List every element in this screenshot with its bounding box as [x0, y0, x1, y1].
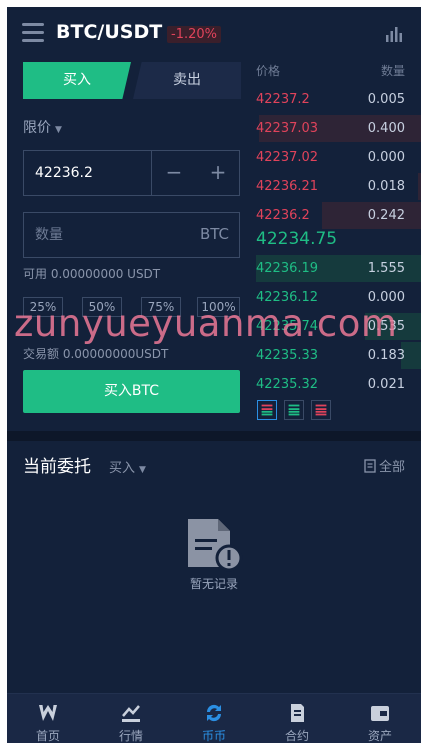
ask-price: 42237.03 [256, 121, 319, 136]
all-orders-link[interactable]: 全部 [364, 456, 405, 475]
no-records-icon [188, 519, 243, 572]
quantity-field: BTC [23, 212, 240, 258]
bottom-navigation: 首页 行情 币币 合约 资产 [7, 693, 421, 743]
nav-label: 资产 [367, 729, 392, 743]
order-type-label: 限价 [23, 120, 51, 136]
quantity-input[interactable] [24, 213, 184, 257]
minus-icon[interactable]: − [152, 151, 196, 195]
qty-column-header: 数量 [380, 64, 405, 78]
bid-price: 42235.33 [256, 348, 319, 363]
hamburger-icon[interactable] [22, 23, 44, 45]
ask-qty: 0.400 [367, 121, 405, 136]
order-side-filter-label: 买入 [109, 461, 136, 476]
ask-qty: 0.005 [367, 92, 405, 107]
ask-row[interactable]: 42237.2 0.005 [256, 85, 421, 114]
ask-price: 42236.2 [256, 208, 310, 223]
caret-down-icon: ▼ [139, 465, 146, 475]
tab-sell[interactable]: 卖出 [133, 62, 241, 99]
percent-button-50[interactable]: 50% [82, 297, 122, 317]
trade-screen: BTC/USDT -1.20% 买入 卖出 限价 ▼ − + BTC 可用 0.0… [7, 7, 421, 743]
ask-qty: 0.242 [367, 208, 405, 223]
market-icon [122, 705, 140, 722]
no-records-text: 暂无记录 [189, 577, 238, 591]
bid-qty: 0.183 [367, 348, 405, 363]
turnover-amount: 交易额 0.00000000USDT [23, 347, 169, 361]
last-price: 42234.75 [256, 229, 338, 249]
tab-buy[interactable]: 买入 [23, 62, 131, 99]
contract-icon [291, 704, 304, 722]
bid-price: 42235.74 [256, 319, 319, 334]
price-column-header: 价格 [256, 64, 281, 78]
nav-label: 首页 [35, 729, 60, 743]
percent-button-25[interactable]: 25% [23, 297, 63, 317]
nav-home[interactable]: 首页 [7, 694, 89, 743]
price-change-badge: -1.20% [167, 26, 221, 43]
ask-price: 42237.02 [256, 150, 319, 165]
price-stepper: − + [23, 150, 240, 196]
bid-price: 42236.12 [256, 290, 319, 305]
wallet-icon [371, 706, 389, 721]
ask-row[interactable]: 42236.2 0.242 [256, 201, 421, 230]
header: BTC/USDT -1.20% [7, 7, 421, 62]
bid-row[interactable]: 42235.74 0.535 [256, 312, 421, 341]
book-asks-icon[interactable] [311, 400, 331, 420]
available-balance: 可用 0.00000000 USDT [23, 267, 161, 281]
bid-row[interactable]: 42235.33 0.183 [256, 341, 421, 370]
book-bids-icon[interactable] [284, 400, 304, 420]
order-book-header: 价格 数量 [256, 62, 421, 82]
ask-price: 42237.2 [256, 92, 310, 107]
bid-qty: 0.000 [367, 290, 405, 305]
price-input[interactable] [24, 151, 151, 195]
buy-button[interactable]: 买入BTC [23, 370, 240, 413]
bid-row[interactable]: 42235.32 0.021 [256, 370, 421, 399]
ask-price: 42236.21 [256, 179, 319, 194]
nav-assets[interactable]: 资产 [339, 694, 421, 743]
exchange-icon [206, 704, 222, 722]
bid-price: 42236.19 [256, 261, 319, 276]
nav-label: 币币 [201, 729, 226, 743]
bid-qty: 0.535 [367, 319, 405, 334]
nav-label: 合约 [284, 729, 309, 743]
percent-buttons: 25% 50% 75% 100% [23, 297, 240, 317]
nav-market[interactable]: 行情 [90, 694, 172, 743]
trading-pair-title[interactable]: BTC/USDT [56, 21, 162, 43]
order-type-select[interactable]: 限价 ▼ [23, 117, 62, 137]
bid-qty: 0.021 [367, 377, 405, 392]
ask-qty: 0.000 [367, 150, 405, 165]
open-orders-title: 当前委托 [23, 457, 91, 477]
bid-qty: 1.555 [367, 261, 405, 276]
bid-price: 42235.32 [256, 377, 319, 392]
bar-chart-icon[interactable] [385, 25, 403, 43]
bid-row[interactable]: 42236.19 1.555 [256, 254, 421, 283]
quantity-unit: BTC [199, 225, 229, 243]
percent-button-75[interactable]: 75% [141, 297, 181, 317]
depth-bar [417, 173, 421, 200]
document-icon [364, 459, 376, 473]
ask-row[interactable]: 42236.21 0.018 [256, 172, 421, 201]
ask-row[interactable]: 42237.02 0.000 [256, 143, 421, 172]
ask-row[interactable]: 42237.03 0.400 [256, 114, 421, 143]
section-divider [7, 431, 421, 441]
nav-label: 行情 [118, 729, 143, 743]
book-both-icon[interactable] [257, 400, 277, 420]
home-w-icon [39, 705, 57, 721]
percent-button-100[interactable]: 100% [197, 297, 240, 317]
all-orders-label: 全部 [378, 460, 405, 475]
plus-icon[interactable]: + [196, 151, 240, 195]
bid-row[interactable]: 42236.12 0.000 [256, 283, 421, 312]
order-side-filter[interactable]: 买入 ▼ [109, 457, 146, 476]
order-book-view-toggles [256, 400, 336, 420]
ask-qty: 0.018 [367, 179, 405, 194]
nav-exchange[interactable]: 币币 [173, 694, 255, 743]
caret-down-icon: ▼ [55, 125, 62, 135]
nav-contract[interactable]: 合约 [256, 694, 338, 743]
